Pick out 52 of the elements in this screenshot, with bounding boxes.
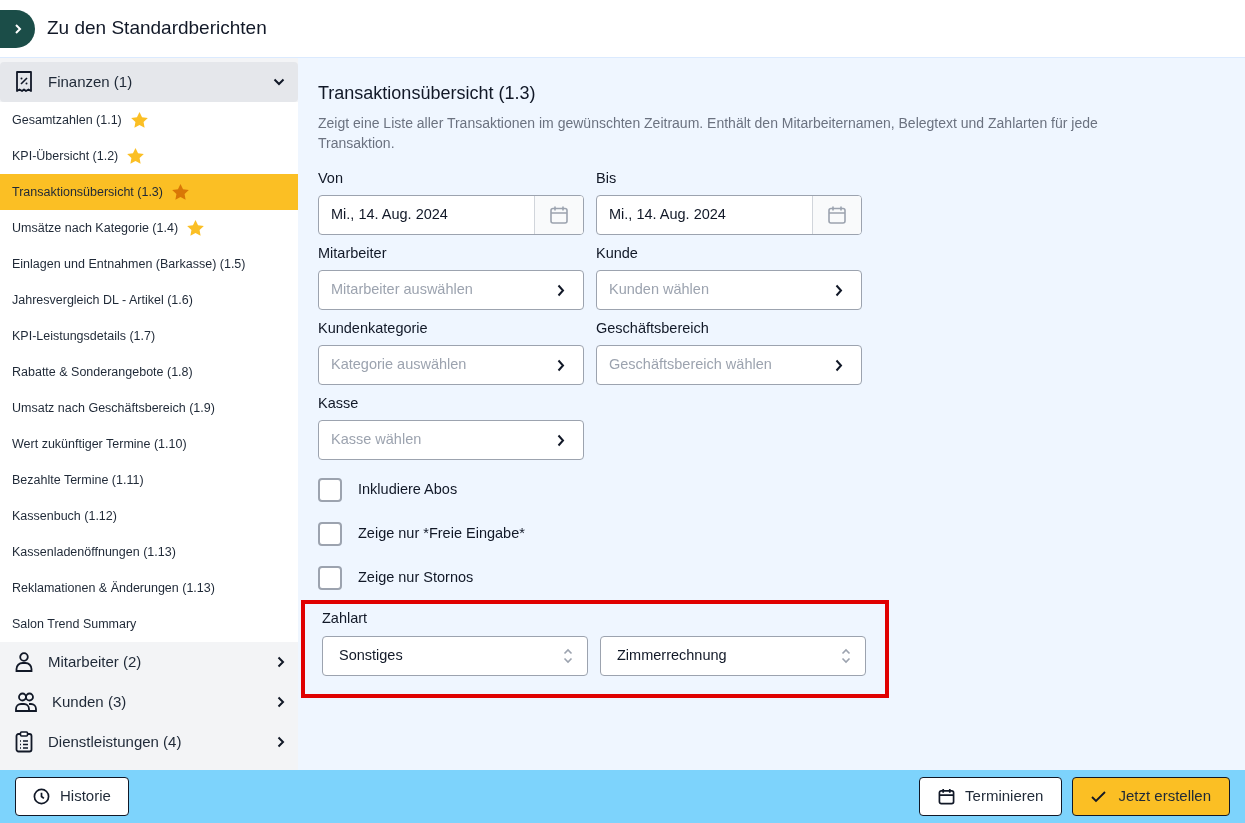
create-button[interactable]: Jetzt erstellen <box>1072 777 1230 816</box>
report-title: Transaktionsübersicht (1.3) <box>318 82 537 105</box>
person-icon <box>15 652 33 672</box>
back-button[interactable] <box>0 9 35 48</box>
page-title: Zu den Standardberichten <box>47 16 267 41</box>
schedule-button[interactable]: Terminieren <box>919 777 1063 816</box>
calendar-icon[interactable] <box>549 205 569 225</box>
field-label: Von <box>318 169 344 186</box>
checkbox[interactable] <box>318 566 342 590</box>
calendar-icon <box>938 788 956 805</box>
receipt-icon <box>15 71 33 93</box>
field-label: Zahlart <box>322 609 369 626</box>
chevron-right-icon <box>557 433 565 447</box>
report-description: Zeigt eine Liste aller Transaktionen im gewünschten Zeitraum. Enthält den Mitarbeiternamen, Belegtext und Zahlarten für jede Transaktion. <box>318 114 1099 153</box>
calendar-icon[interactable] <box>827 205 847 225</box>
chevron-right-icon <box>557 283 565 297</box>
star-icon[interactable] <box>126 147 146 165</box>
checkbox-label: Zeige nur Stornos <box>358 568 474 588</box>
select-field[interactable]: Zimmerrechnung <box>600 636 866 676</box>
field-label: Kundenkategorie <box>318 319 429 336</box>
check-icon <box>1091 790 1107 803</box>
chevron-right-icon <box>12 22 23 35</box>
checkbox-label: Inkludiere Abos <box>358 480 458 500</box>
star-icon[interactable] <box>129 111 149 129</box>
category-header[interactable]: Finanzen (1) <box>0 62 298 102</box>
chevron-right-icon <box>277 736 285 748</box>
clock-icon <box>33 788 50 805</box>
chevron-right-icon <box>835 358 843 372</box>
field-label: Geschäftsbereich <box>596 319 710 336</box>
history-button[interactable]: Historie <box>15 777 129 816</box>
report-link[interactable]: Transaktionsübersicht (1.3) <box>0 174 298 210</box>
checkbox[interactable] <box>318 522 342 546</box>
clipboard-icon <box>15 731 33 753</box>
field-label: Mitarbeiter <box>318 244 388 261</box>
up-down-icon <box>841 648 851 664</box>
chevron-down-icon <box>273 78 285 86</box>
people-icon <box>15 692 37 712</box>
field-label: Bis <box>596 169 618 186</box>
chevron-right-icon <box>835 283 843 297</box>
star-icon[interactable] <box>186 219 206 237</box>
date-field[interactable]: Mi., 14. Aug. 2024 <box>596 195 862 235</box>
field-label: Kasse <box>318 394 360 411</box>
chevron-right-icon <box>277 696 285 708</box>
up-down-icon <box>563 648 573 664</box>
chevron-right-icon <box>277 656 285 668</box>
chevron-right-icon <box>557 358 565 372</box>
date-field[interactable]: Mi., 14. Aug. 2024 <box>318 195 584 235</box>
field-label: Kunde <box>596 244 639 261</box>
checkbox-label: Zeige nur *Freie Eingabe* <box>358 524 525 544</box>
star-icon[interactable] <box>171 183 190 201</box>
checkbox[interactable] <box>318 478 342 502</box>
select-field[interactable]: Sonstiges <box>322 636 588 676</box>
